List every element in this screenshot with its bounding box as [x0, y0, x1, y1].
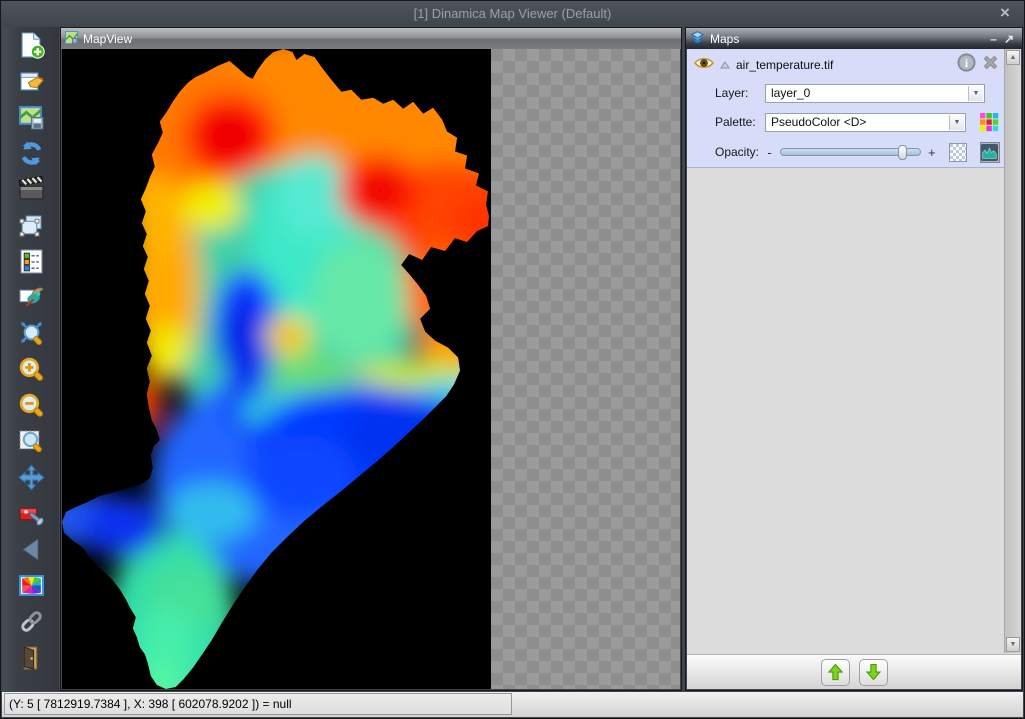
coordinate-readout: (Y: 5 [ 7812919.7384 ], X: 398 [ 602078.…	[4, 693, 512, 715]
zoom-out-icon	[18, 392, 45, 424]
palette-icon	[18, 572, 45, 604]
toolbar-animation-button[interactable]	[14, 176, 48, 207]
panel-minimize-button[interactable]: –	[990, 30, 997, 48]
scrollbar-up-icon[interactable]: ▲	[1006, 50, 1020, 65]
dropdown-arrow-icon[interactable]: ▼	[968, 86, 983, 101]
toolbar-zoom-out-button[interactable]	[14, 392, 48, 423]
dither-icon[interactable]	[949, 143, 967, 162]
layer-row: Layer: layer_0 ▼	[715, 83, 1000, 103]
select-page-icon	[18, 68, 45, 100]
panel-float-button[interactable]: ↗	[1004, 30, 1014, 48]
link-icon	[18, 608, 45, 640]
back-icon	[18, 536, 45, 568]
animation-icon	[18, 176, 45, 208]
zoom-extent-icon	[18, 320, 45, 352]
layer-select-value: layer_0	[771, 86, 810, 100]
save-map-icon	[18, 104, 45, 136]
layer-label: Layer:	[715, 86, 765, 100]
toolbar-zoom-extent-button[interactable]	[14, 320, 48, 351]
palette-row: Palette: PseudoColor <D> ▼	[715, 112, 1000, 132]
toolbar-toolbox-button[interactable]	[14, 500, 48, 531]
toolbar-select-page-button[interactable]	[14, 68, 48, 99]
map-canvas[interactable]	[62, 49, 680, 689]
collapse-triangle-icon[interactable]	[720, 56, 730, 74]
toolbox-icon	[18, 500, 45, 532]
zoom-window-icon	[18, 428, 45, 460]
palette-select[interactable]: PseudoColor <D> ▼	[765, 113, 966, 132]
pan-icon	[18, 464, 45, 496]
mapview-icon	[65, 31, 78, 47]
histogram-icon[interactable]	[980, 142, 1000, 163]
move-layer-up-button[interactable]	[821, 659, 850, 686]
toolbar-palette-button[interactable]	[14, 572, 48, 603]
new-map-icon	[18, 32, 45, 64]
exit-icon	[18, 644, 45, 676]
opacity-slider-handle[interactable]	[898, 145, 907, 160]
opacity-slider[interactable]	[780, 148, 921, 156]
title-bar: [1] Dinamica Map Viewer (Default) ×	[1, 1, 1024, 26]
toolbar-exit-button[interactable]	[14, 644, 48, 675]
visibility-eye-icon[interactable]	[694, 56, 714, 75]
palette-select-value: PseudoColor <D>	[771, 115, 866, 129]
window-title: [1] Dinamica Map Viewer (Default)	[414, 6, 612, 21]
app-window: [1] Dinamica Map Viewer (Default) × MapV…	[0, 0, 1025, 719]
toolbar-zoom-in-button[interactable]	[14, 356, 48, 387]
dropdown-arrow-icon[interactable]: ▼	[949, 115, 964, 130]
layer-card: air_temperature.tif i Layer: layer_0 ▼ P…	[687, 49, 1004, 168]
toolbar-hummingbird-button[interactable]	[14, 284, 48, 315]
maps-panel: Maps – ↗ air_temperature.tif i Layer:	[685, 27, 1023, 691]
palette-label: Palette:	[715, 115, 765, 129]
opacity-minus[interactable]: -	[763, 145, 776, 160]
transparent-area-checkerboard[interactable]	[491, 49, 680, 689]
refresh-icon	[18, 140, 45, 172]
toolbar-zoom-window-button[interactable]	[14, 428, 48, 459]
maps-bottom-bar	[687, 654, 1021, 689]
copy-view-icon	[18, 212, 45, 244]
zoom-in-icon	[18, 356, 45, 388]
opacity-plus[interactable]: +	[925, 145, 938, 160]
window-close-button[interactable]: ×	[995, 3, 1015, 23]
mapview-panel-header[interactable]: MapView	[61, 28, 681, 49]
hummingbird-icon	[18, 284, 45, 316]
maps-panel-content: air_temperature.tif i Layer: layer_0 ▼ P…	[687, 49, 1021, 689]
layer-close-icon[interactable]	[982, 54, 999, 76]
toolbar-save-map-button[interactable]	[14, 104, 48, 135]
toolbar-refresh-button[interactable]	[14, 140, 48, 171]
opacity-row: Opacity: - +	[715, 142, 1000, 162]
temperature-map[interactable]	[62, 49, 491, 689]
toolbar-back-button[interactable]	[14, 536, 48, 567]
layer-title-row: air_temperature.tif i	[694, 55, 999, 75]
scrollbar-down-icon[interactable]: ▼	[1006, 637, 1020, 652]
layer-select[interactable]: layer_0 ▼	[765, 84, 985, 103]
maps-scrollbar[interactable]: ▲ ▼	[1004, 49, 1021, 653]
left-toolbar	[3, 27, 59, 691]
palette-editor-icon[interactable]	[979, 112, 999, 132]
toolbar-copy-view-button[interactable]	[14, 212, 48, 243]
layer-info-icon[interactable]: i	[957, 53, 976, 77]
toolbar-legend-button[interactable]	[14, 248, 48, 279]
toolbar-link-button[interactable]	[14, 608, 48, 639]
status-bar: (Y: 5 [ 7812919.7384 ], X: 398 [ 602078.…	[2, 692, 1023, 717]
legend-icon	[18, 248, 45, 280]
mapview-panel-title: MapView	[83, 32, 132, 46]
layers-icon	[690, 30, 705, 48]
toolbar-pan-button[interactable]	[14, 464, 48, 495]
maps-panel-title: Maps	[710, 32, 739, 46]
maps-panel-header[interactable]: Maps – ↗	[686, 28, 1022, 49]
toolbar-new-map-button[interactable]	[14, 32, 48, 63]
mapview-panel: MapView	[60, 27, 682, 691]
opacity-label: Opacity:	[715, 145, 763, 159]
layer-filename: air_temperature.tif	[736, 58, 833, 72]
move-layer-down-button[interactable]	[859, 659, 888, 686]
